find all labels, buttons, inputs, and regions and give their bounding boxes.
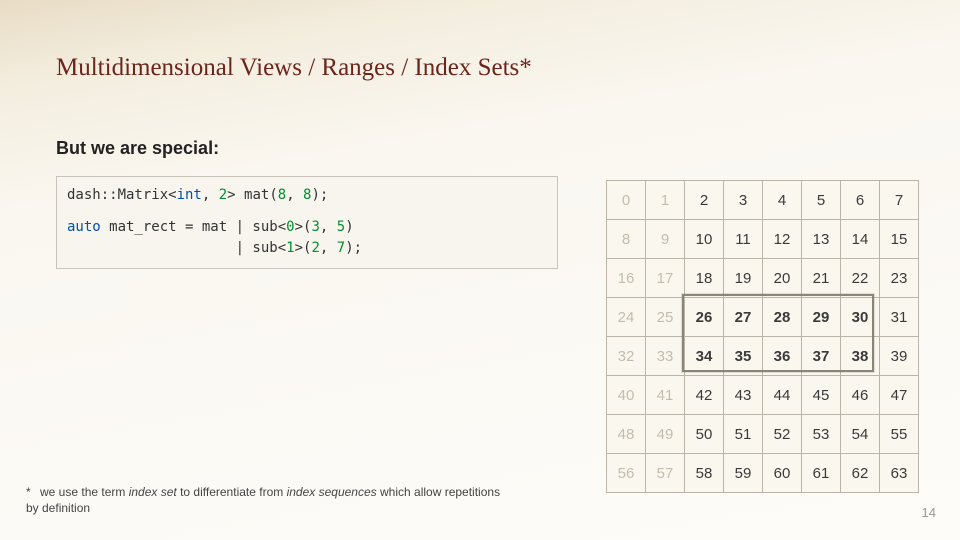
matrix-cell: 29 [802,298,841,337]
matrix-cell: 39 [880,337,919,376]
matrix-cell: 9 [646,220,685,259]
code-block: dash::Matrix<int, 2> mat(8, 8); auto mat… [56,176,558,269]
matrix-cell: 2 [685,181,724,220]
matrix-cell: 1 [646,181,685,220]
matrix-cell: 58 [685,454,724,493]
matrix-cell: 34 [685,337,724,376]
matrix-cell: 13 [802,220,841,259]
footnote: *we use the term index set to differenti… [26,484,506,516]
matrix-cell: 24 [607,298,646,337]
matrix-cell: 22 [841,259,880,298]
matrix-cell: 5 [802,181,841,220]
matrix-grid: 0123456789101112131415161718192021222324… [606,180,919,493]
matrix-cell: 62 [841,454,880,493]
matrix-cell: 36 [763,337,802,376]
code-line-2: auto mat_rect = mat | sub<0>(3, 5) [67,217,547,239]
page-number: 14 [922,505,936,520]
matrix-cell: 47 [880,376,919,415]
matrix-cell: 38 [841,337,880,376]
matrix-cell: 35 [724,337,763,376]
matrix-cell: 40 [607,376,646,415]
matrix-cell: 50 [685,415,724,454]
matrix-cell: 3 [724,181,763,220]
slide-title: Multidimensional Views / Ranges / Index … [56,54,532,82]
matrix-cell: 23 [880,259,919,298]
matrix-cell: 48 [607,415,646,454]
matrix-cell: 21 [802,259,841,298]
matrix-cell: 18 [685,259,724,298]
matrix-cell: 57 [646,454,685,493]
matrix-cell: 25 [646,298,685,337]
code-line-1: dash::Matrix<int, 2> mat(8, 8); [67,185,547,207]
matrix-cell: 6 [841,181,880,220]
matrix-cell: 45 [802,376,841,415]
matrix-cell: 14 [841,220,880,259]
matrix-cell: 12 [763,220,802,259]
matrix-cell: 16 [607,259,646,298]
matrix-cell: 0 [607,181,646,220]
matrix-cell: 28 [763,298,802,337]
matrix-cell: 30 [841,298,880,337]
matrix-cell: 60 [763,454,802,493]
slide-subtitle: But we are special: [56,138,219,159]
matrix-cell: 41 [646,376,685,415]
matrix-cell: 49 [646,415,685,454]
matrix-cell: 53 [802,415,841,454]
matrix-cell: 19 [724,259,763,298]
matrix-cell: 63 [880,454,919,493]
matrix-cell: 33 [646,337,685,376]
matrix-cell: 17 [646,259,685,298]
matrix-cell: 4 [763,181,802,220]
matrix-cell: 61 [802,454,841,493]
matrix-cell: 44 [763,376,802,415]
matrix-cell: 27 [724,298,763,337]
matrix-cell: 31 [880,298,919,337]
matrix-cell: 54 [841,415,880,454]
matrix-cell: 11 [724,220,763,259]
code-line-3: | sub<1>(2, 7); [67,238,547,260]
matrix-cell: 15 [880,220,919,259]
matrix-cell: 26 [685,298,724,337]
matrix-cell: 10 [685,220,724,259]
matrix-cell: 20 [763,259,802,298]
matrix-cell: 43 [724,376,763,415]
matrix-cell: 55 [880,415,919,454]
matrix-cell: 8 [607,220,646,259]
matrix-cell: 42 [685,376,724,415]
matrix-cell: 46 [841,376,880,415]
matrix-cell: 37 [802,337,841,376]
matrix-cell: 51 [724,415,763,454]
matrix-cell: 32 [607,337,646,376]
matrix-cell: 52 [763,415,802,454]
matrix-cell: 59 [724,454,763,493]
matrix-cell: 56 [607,454,646,493]
matrix-cell: 7 [880,181,919,220]
